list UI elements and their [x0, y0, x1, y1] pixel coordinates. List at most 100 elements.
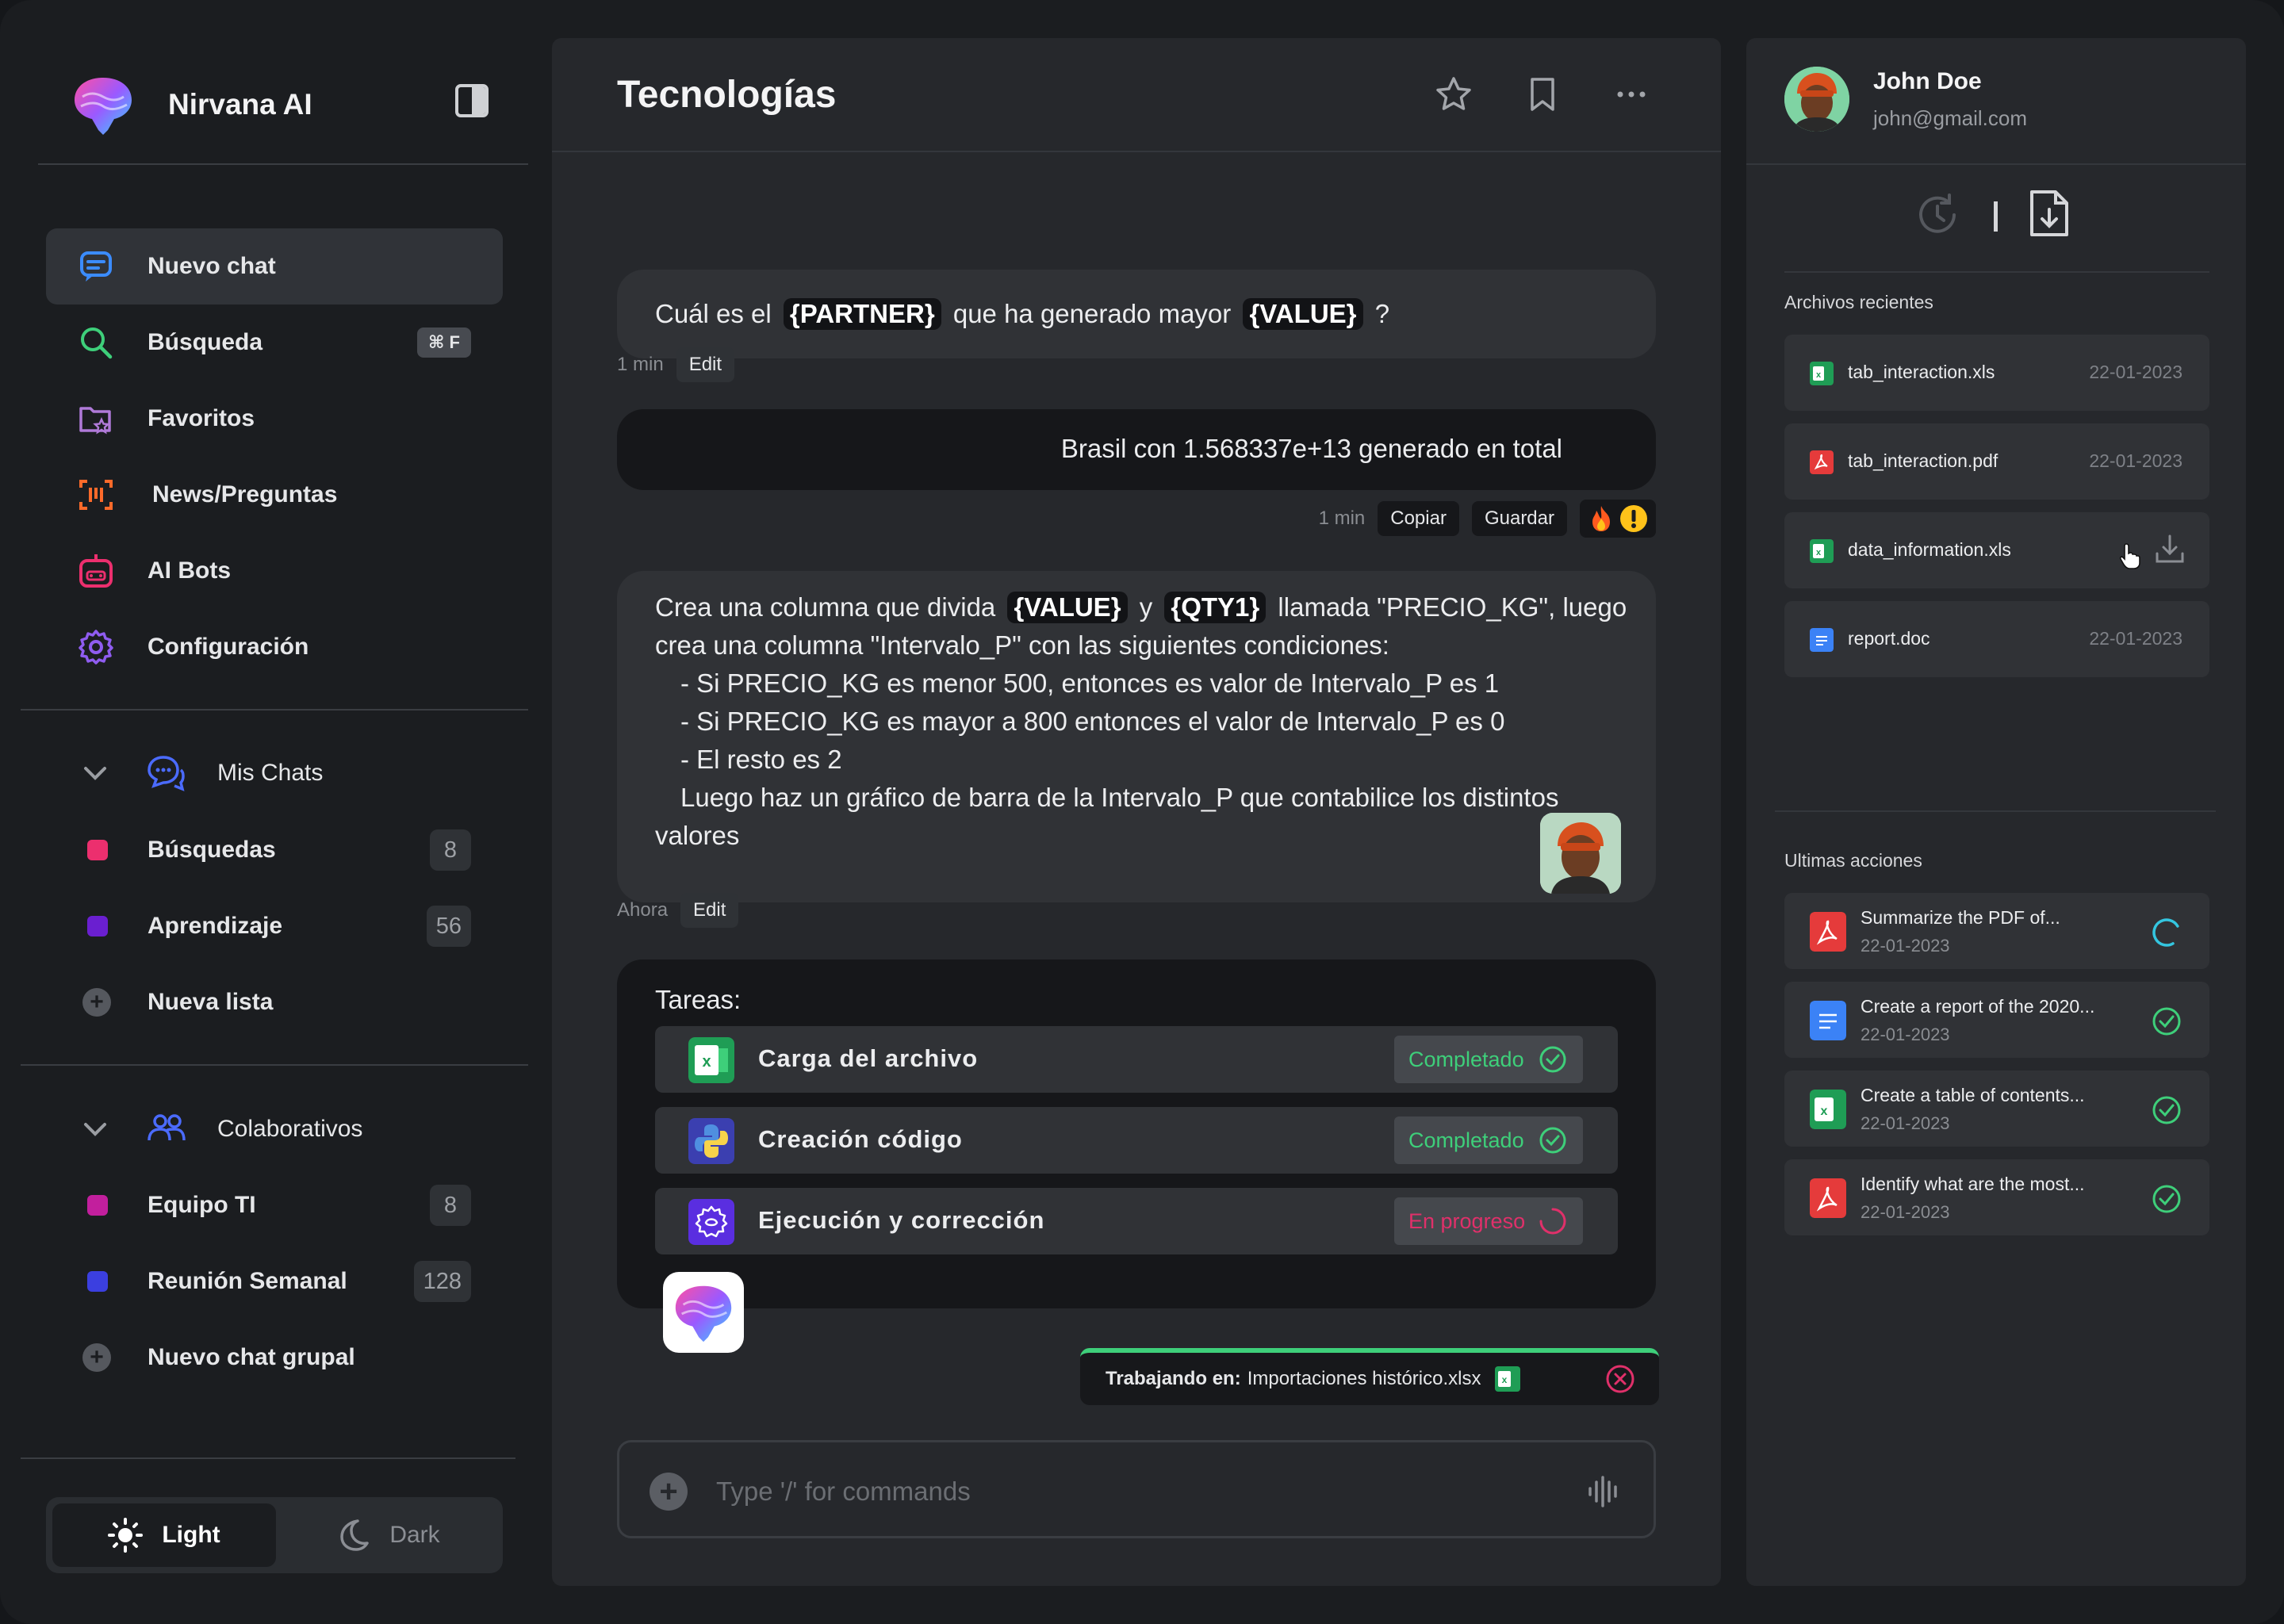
- ai-gear-icon: [688, 1199, 734, 1245]
- new-group-chat-button[interactable]: + Nuevo chat grupal: [79, 1335, 471, 1380]
- message-user: Crea una columna que divida {VALUE} y {Q…: [617, 571, 1656, 902]
- section-collaborative[interactable]: Colaborativos: [79, 1105, 508, 1153]
- recent-actions-title: Ultimas acciones: [1784, 850, 1922, 871]
- file-row[interactable]: report.doc 22-01-2023: [1784, 601, 2209, 677]
- text-line: crea una columna "Intervalo_P" con las s…: [655, 630, 1389, 660]
- users-icon: [148, 1114, 186, 1141]
- action-row[interactable]: x Create a table of contents... 22-01-20…: [1784, 1071, 2209, 1147]
- brain-logo-icon: [675, 1285, 732, 1342]
- nav-item-new-chat[interactable]: Nuevo chat: [46, 228, 503, 304]
- message-text: Crea una columna que divida {VALUE} y {Q…: [655, 588, 1638, 855]
- task-card: Tareas: x Carga del archivo Completado C…: [617, 959, 1656, 1308]
- pdf-icon: [1810, 1178, 1846, 1218]
- excel-icon: x: [1495, 1366, 1521, 1392]
- star-icon[interactable]: [1434, 75, 1473, 114]
- text-span: que ha generado mayor: [952, 299, 1232, 328]
- task-row[interactable]: Ejecución y corrección En progreso: [655, 1188, 1618, 1254]
- divider: [1775, 810, 2216, 812]
- action-row[interactable]: Identify what are the most... 22-01-2023: [1784, 1159, 2209, 1235]
- download-icon[interactable]: [2154, 533, 2186, 565]
- text-line: - Si PRECIO_KG es mayor a 800 entonces e…: [680, 707, 1505, 736]
- profile-avatar[interactable]: [1784, 67, 1849, 132]
- action-date: 22-01-2023: [1861, 1025, 1950, 1044]
- color-dot: [87, 840, 108, 860]
- chevron-down-icon[interactable]: [79, 1113, 111, 1145]
- avatar-illustration: [1784, 67, 1849, 132]
- add-attachment-button[interactable]: +: [650, 1473, 688, 1511]
- brand[interactable]: Nirvana AI: [68, 73, 312, 136]
- file-name: tab_interaction.xls: [1848, 362, 1995, 382]
- nav-item-settings[interactable]: Configuración: [46, 609, 503, 685]
- text-span: llamada "PRECIO_KG", luego: [1278, 592, 1627, 622]
- svg-text:x: x: [1821, 1105, 1828, 1118]
- action-date: 22-01-2023: [1861, 1202, 1950, 1222]
- sidebar-toggle-icon[interactable]: [455, 84, 489, 117]
- variable-tag: {PARTNER}: [783, 298, 941, 330]
- file-name: report.doc: [1848, 628, 1930, 649]
- loading-spinner-icon: [1539, 1208, 1566, 1235]
- history-icon[interactable]: [1914, 192, 1960, 238]
- status-text: Completado: [1408, 1128, 1524, 1152]
- right-panel: John Doe john@gmail.com Archivos recient…: [1746, 38, 2246, 1586]
- text-span: ?: [1374, 299, 1390, 328]
- file-date: 22-01-2023: [2089, 628, 2182, 649]
- nav-item-favorites[interactable]: Favoritos: [46, 381, 503, 457]
- file-download-icon[interactable]: [2027, 189, 2071, 238]
- copy-button[interactable]: Copiar: [1378, 501, 1459, 536]
- pdf-icon: [1810, 912, 1846, 952]
- save-button[interactable]: Guardar: [1471, 501, 1567, 536]
- file-row[interactable]: x data_information.xls: [1784, 512, 2209, 588]
- list-item-aprendizaje[interactable]: Aprendizaje 56: [79, 904, 471, 948]
- reactions[interactable]: [1580, 500, 1656, 538]
- new-list-button[interactable]: + Nueva lista: [79, 980, 471, 1025]
- nav-label: Nuevo chat: [148, 253, 276, 279]
- action-row[interactable]: Create a report of the 2020... 22-01-202…: [1784, 982, 2209, 1058]
- message-assistant: Brasil con 1.568337e+13 generado en tota…: [617, 409, 1656, 490]
- excel-icon: x: [1810, 539, 1834, 563]
- more-options-icon[interactable]: [1611, 75, 1651, 114]
- message-input[interactable]: [716, 1466, 1509, 1517]
- warning-icon: [1620, 505, 1647, 532]
- theme-light-button[interactable]: Light: [52, 1503, 276, 1567]
- chevron-down-icon[interactable]: [79, 757, 111, 789]
- plus-icon: +: [82, 1343, 111, 1372]
- shortcut-badge: ⌘ F: [417, 327, 471, 358]
- hand-cursor-icon: [2119, 543, 2140, 569]
- nav-label: AI Bots: [148, 557, 231, 584]
- nav-item-news[interactable]: News/Preguntas: [46, 457, 503, 533]
- list-item-busquedas[interactable]: Búsquedas 8: [79, 828, 471, 872]
- list-item-equipo-ti[interactable]: Equipo TI 8: [79, 1183, 471, 1228]
- task-label: Creación código: [758, 1125, 963, 1153]
- file-row[interactable]: tab_interaction.pdf 22-01-2023: [1784, 423, 2209, 500]
- task-label: Ejecución y corrección: [758, 1206, 1045, 1234]
- section-my-chats[interactable]: Mis Chats: [79, 749, 508, 797]
- color-dot: [87, 916, 108, 936]
- theme-dark-button[interactable]: Dark: [276, 1503, 500, 1567]
- separator: [1994, 201, 1998, 232]
- doc-icon: [1810, 1001, 1846, 1040]
- nav-item-search[interactable]: Búsqueda ⌘ F: [46, 304, 503, 381]
- edit-button[interactable]: Edit: [676, 347, 735, 382]
- app-name: Nirvana AI: [168, 88, 312, 121]
- task-card-title: Tareas:: [655, 985, 742, 1014]
- voice-wave-icon[interactable]: [1585, 1473, 1623, 1511]
- nav-item-ai-bots[interactable]: AI Bots: [46, 533, 503, 609]
- close-circle-icon[interactable]: [1605, 1364, 1635, 1394]
- bot-avatar: [663, 1272, 744, 1353]
- divider: [38, 163, 528, 165]
- status-badge: En progreso: [1394, 1197, 1583, 1245]
- list-label: Aprendizaje: [148, 913, 283, 939]
- message-meta: 1 min Copiar Guardar: [1319, 500, 1656, 538]
- edit-button[interactable]: Edit: [680, 893, 739, 928]
- file-row[interactable]: x tab_interaction.xls 22-01-2023: [1784, 335, 2209, 411]
- working-on-banner: Trabajando en: Importaciones histórico.x…: [1080, 1348, 1659, 1405]
- file-name: data_information.xls: [1848, 539, 2011, 560]
- task-row[interactable]: Creación código Completado: [655, 1107, 1618, 1174]
- status-badge: Completado: [1394, 1116, 1583, 1164]
- action-row[interactable]: Summarize the PDF of... 22-01-2023: [1784, 893, 2209, 969]
- action-text: Identify what are the most...: [1861, 1174, 2085, 1194]
- list-item-reunion-semanal[interactable]: Reunión Semanal 128: [79, 1259, 471, 1304]
- bookmark-icon[interactable]: [1523, 75, 1562, 114]
- status-text: Completado: [1408, 1047, 1524, 1071]
- task-row[interactable]: x Carga del archivo Completado: [655, 1026, 1618, 1093]
